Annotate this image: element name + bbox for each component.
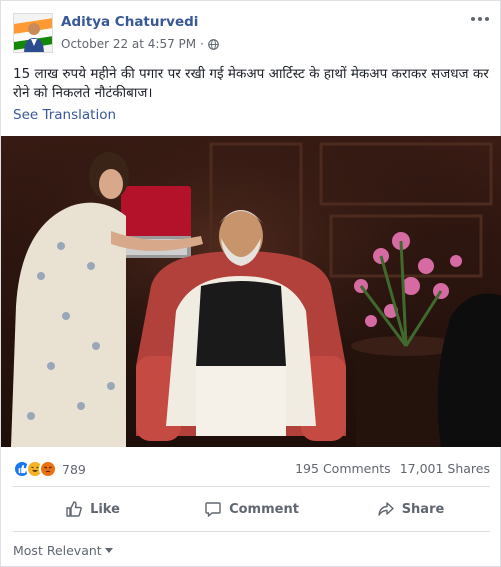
reactions-summary[interactable]: 789 bbox=[13, 460, 86, 478]
globe-icon bbox=[208, 38, 219, 50]
divider bbox=[13, 531, 490, 532]
shares-count[interactable]: 17,001 Shares bbox=[400, 461, 490, 476]
angry-reaction-icon bbox=[39, 460, 57, 478]
comment-button[interactable]: Comment bbox=[172, 492, 331, 526]
comments-sort-dropdown[interactable]: Most Relevant bbox=[13, 543, 113, 558]
post-photo[interactable] bbox=[1, 136, 501, 447]
comment-label: Comment bbox=[229, 501, 299, 517]
post-text: 15 लाख रुपये महीने की पगार पर रखी गई मेक… bbox=[13, 66, 489, 101]
author-avatar[interactable] bbox=[13, 13, 53, 53]
thumbs-up-icon bbox=[65, 500, 83, 518]
reaction-count: 789 bbox=[62, 461, 86, 477]
more-options-icon[interactable] bbox=[470, 11, 490, 27]
share-label: Share bbox=[401, 501, 445, 517]
caret-down-icon bbox=[104, 547, 113, 554]
author-name[interactable]: Aditya Chaturvedi bbox=[61, 14, 198, 30]
post-timestamp[interactable]: October 22 at 4:57 PM bbox=[61, 37, 196, 51]
comments-sort-label: Most Relevant bbox=[13, 543, 102, 558]
post-meta: October 22 at 4:57 PM · bbox=[61, 37, 219, 51]
share-icon bbox=[377, 500, 395, 518]
engagement-counts: 195 Comments 17,001 Shares bbox=[295, 461, 490, 476]
comment-icon bbox=[204, 500, 222, 518]
meta-separator: · bbox=[200, 37, 204, 51]
share-button[interactable]: Share bbox=[331, 492, 490, 526]
like-label: Like bbox=[90, 501, 120, 517]
post-actions: Like Comment Share bbox=[13, 492, 490, 526]
see-translation-link[interactable]: See Translation bbox=[13, 107, 116, 123]
like-button[interactable]: Like bbox=[13, 492, 172, 526]
post-stats: 789 195 Comments 17,001 Shares bbox=[1, 457, 501, 479]
comments-count[interactable]: 195 Comments bbox=[295, 461, 391, 476]
post-header: Aditya Chaturvedi October 22 at 4:57 PM … bbox=[1, 1, 501, 61]
feed-post: Aditya Chaturvedi October 22 at 4:57 PM … bbox=[0, 0, 501, 567]
divider bbox=[13, 486, 490, 487]
